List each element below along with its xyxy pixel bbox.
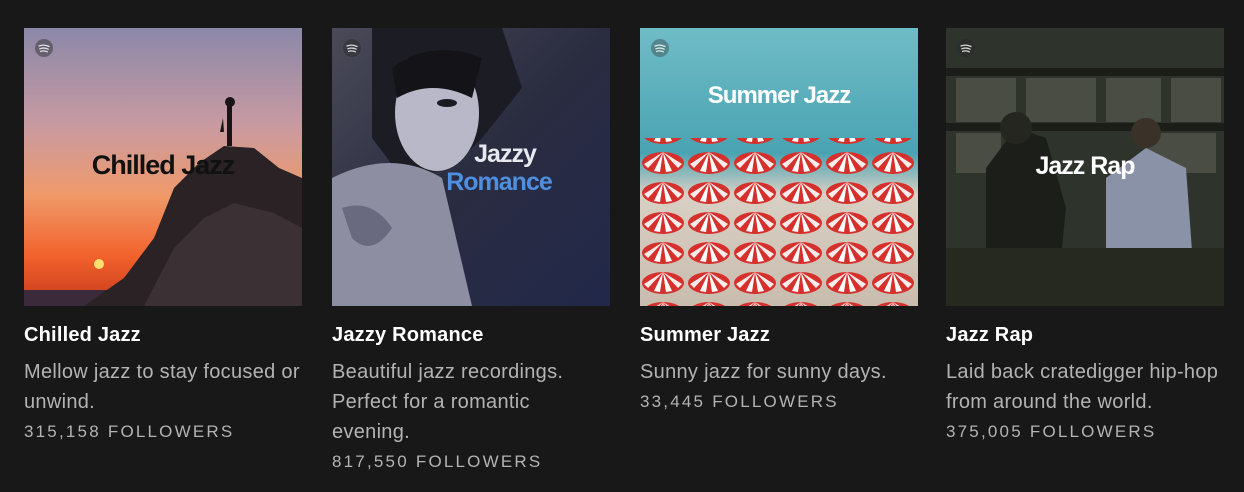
- followers-number: 817,550: [332, 452, 409, 471]
- playlist-card-chilled-jazz[interactable]: Chilled Jazz Chilled Jazz Mellow jazz to…: [24, 28, 302, 445]
- playlist-title[interactable]: Jazz Rap: [946, 323, 1224, 347]
- playlist-cover[interactable]: Chilled Jazz: [24, 28, 302, 306]
- playlist-description: Laid back cratedigger hip-hop from aroun…: [946, 361, 1219, 413]
- playlist-description: Beautiful jazz recordings. Perfect for a…: [332, 361, 564, 443]
- playlist-description: Mellow jazz to stay focused or unwind.: [24, 361, 300, 413]
- cover-artwork: [332, 28, 610, 306]
- cover-title: Summer Jazz: [707, 82, 851, 109]
- cover-title-line-2: Romance: [446, 168, 553, 196]
- spotify-logo-icon: [343, 39, 361, 57]
- followers-count: 817,550 FOLLOWERS: [332, 449, 610, 475]
- playlist-title[interactable]: Summer Jazz: [640, 323, 918, 347]
- playlist-card-jazz-rap[interactable]: Jazz Rap Jazz Rap Laid back cratedigger …: [946, 28, 1224, 445]
- followers-number: 33,445: [640, 392, 706, 411]
- playlist-cover[interactable]: Jazz Rap: [946, 28, 1224, 306]
- cover-artwork: [640, 28, 918, 306]
- followers-number: 375,005: [946, 422, 1023, 441]
- followers-label: FOLLOWERS: [415, 452, 543, 471]
- playlist-grid: Chilled Jazz Chilled Jazz Mellow jazz to…: [0, 0, 1244, 492]
- playlist-card-jazzy-romance[interactable]: Jazzy Romance Jazzy Romance Beautiful ja…: [332, 28, 610, 475]
- followers-label: FOLLOWERS: [712, 392, 839, 411]
- followers-number: 315,158: [24, 422, 101, 441]
- spotify-logo-icon: [957, 39, 975, 57]
- playlist-title[interactable]: Jazzy Romance: [332, 323, 610, 347]
- playlist-description: Sunny jazz for sunny days.: [640, 361, 887, 383]
- cover-title: Jazz Rap: [1035, 152, 1136, 180]
- cover-title: Chilled Jazz: [91, 150, 236, 180]
- followers-count: 375,005 FOLLOWERS: [946, 419, 1224, 445]
- playlist-title[interactable]: Chilled Jazz: [24, 323, 302, 347]
- followers-label: FOLLOWERS: [107, 422, 235, 441]
- playlist-card-summer-jazz[interactable]: Summer Jazz Summer Jazz Sunny jazz for s…: [640, 28, 918, 415]
- playlist-cover[interactable]: Jazzy Romance: [332, 28, 610, 306]
- spotify-logo-icon: [651, 39, 669, 57]
- spotify-logo-icon: [35, 39, 53, 57]
- playlist-cover[interactable]: Summer Jazz: [640, 28, 918, 306]
- followers-count: 315,158 FOLLOWERS: [24, 419, 302, 445]
- followers-count: 33,445 FOLLOWERS: [640, 389, 918, 415]
- followers-label: FOLLOWERS: [1029, 422, 1157, 441]
- cover-title-line-1: Jazzy: [474, 140, 537, 168]
